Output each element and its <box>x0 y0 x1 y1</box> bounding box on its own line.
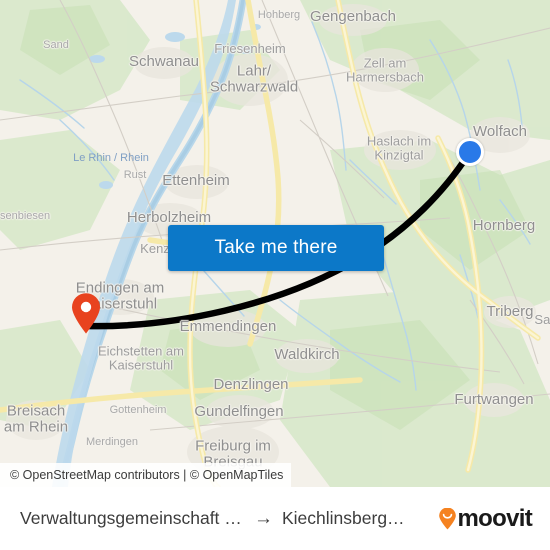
route-summary: Verwaltungsgemeinschaft Hausa… → Kiechli… <box>14 508 438 529</box>
map-canvas[interactable]: Hohberg Gengenbach Sand Friesenheim Schwanau… <box>0 0 550 487</box>
route-origin-label: Verwaltungsgemeinschaft Hausa… <box>20 508 245 528</box>
route-footer: Verwaltungsgemeinschaft Hausa… → Kiechli… <box>0 487 550 550</box>
moovit-pin-icon <box>438 507 457 530</box>
arrow-right-icon: → <box>254 508 273 529</box>
moovit-logo[interactable]: moovit <box>438 504 536 532</box>
route-destination-label: Kiechlinsberg… <box>282 508 405 528</box>
attribution-text: © OpenStreetMap contributors | © OpenMap… <box>10 468 284 482</box>
map-attribution[interactable]: © OpenStreetMap contributors | © OpenMap… <box>0 463 292 487</box>
take-me-there-button[interactable]: Take me there <box>168 225 384 271</box>
destination-dot[interactable] <box>456 138 484 166</box>
moovit-route-map-card: Hohberg Gengenbach Sand Friesenheim Schwanau… <box>0 0 550 550</box>
moovit-wordmark: moovit <box>457 504 533 532</box>
